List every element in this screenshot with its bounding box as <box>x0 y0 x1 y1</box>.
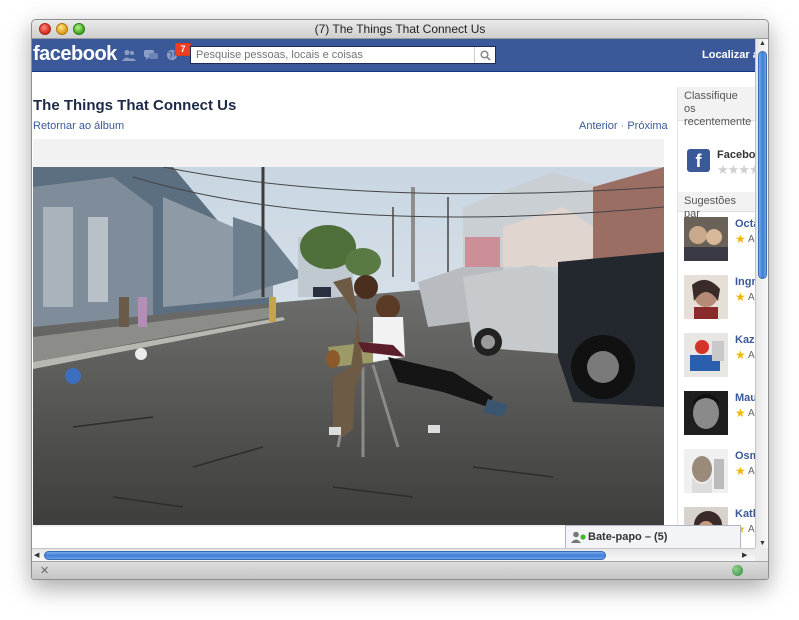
rated-page-name[interactable]: Faceboo <box>717 149 755 161</box>
chat-bar[interactable]: Bate-papo – (5) <box>565 525 741 548</box>
scroll-down-arrow-icon[interactable]: ▼ <box>759 540 766 547</box>
suggestion-item[interactable]: Octa ★ A <box>684 217 755 263</box>
facebook-page-icon[interactable]: f <box>687 149 710 172</box>
browser-window: (7) The Things That Connect Us facebook … <box>31 19 769 580</box>
suggestion-item[interactable]: Ingr ★ A <box>684 275 755 321</box>
next-photo-link[interactable]: Próxima <box>627 120 667 132</box>
star-icon: ★ <box>735 290 746 304</box>
suggestion-name[interactable]: Kazu <box>735 334 755 346</box>
title-bar[interactable]: (7) The Things That Connect Us <box>32 20 768 39</box>
vertical-scroll-thumb[interactable] <box>758 51 767 279</box>
street-scene-image <box>33 167 664 525</box>
suggestion-avatar[interactable] <box>684 333 728 377</box>
previous-photo-link[interactable]: Anterior <box>579 120 618 132</box>
suggestion-tag: A <box>748 234 755 245</box>
suggestion-item[interactable]: Mau ★ A <box>684 391 755 437</box>
horizontal-scroll-thumb[interactable] <box>44 551 606 560</box>
page-viewport: facebook 7 Pesquise pessoas, locais e co… <box>32 39 755 548</box>
suggestion-item[interactable]: Kazu ★ A <box>684 333 755 379</box>
search-input[interactable] <box>191 47 486 63</box>
star-icon: ★ <box>735 406 746 420</box>
facebook-logo[interactable]: facebook <box>33 43 117 66</box>
star-icon: ★ <box>735 464 746 478</box>
page-rating-stars[interactable]: ★★★★★ <box>717 162 755 178</box>
vertical-scrollbar[interactable]: ▲ ▼ <box>755 39 768 548</box>
suggestions-header: Sugestões par <box>678 192 755 220</box>
back-to-album-link[interactable]: Retornar ao álbum <box>33 120 124 132</box>
suggestion-avatar[interactable] <box>684 449 728 493</box>
close-icon[interactable]: ✕ <box>40 564 49 577</box>
messages-icon[interactable] <box>144 49 158 61</box>
album-title: The Things That Connect Us <box>33 97 237 114</box>
suggestion-name[interactable]: Mau <box>735 392 755 404</box>
star-icon: ★ <box>735 232 746 246</box>
nav-separator: · <box>620 120 625 132</box>
suggestion-avatar[interactable] <box>684 217 728 261</box>
suggestion-avatar[interactable] <box>684 275 728 319</box>
scroll-up-arrow-icon[interactable]: ▲ <box>759 40 766 47</box>
photo-navigation: Anterior · Próxima <box>579 120 668 132</box>
suggestion-avatar[interactable] <box>684 391 728 435</box>
suggestion-item[interactable]: Osm ★ A <box>684 449 755 495</box>
suggestion-name[interactable]: Ingr <box>735 276 755 288</box>
status-bar: ✕ <box>32 561 768 579</box>
right-sidebar: Classifique os recentemente f Faceboo ★★… <box>677 87 755 548</box>
find-friends-link[interactable]: Localizar a <box>702 49 755 61</box>
window-title: (7) The Things That Connect Us <box>314 22 486 36</box>
search-box <box>190 46 496 64</box>
facebook-top-bar: facebook 7 Pesquise pessoas, locais e co… <box>32 39 755 72</box>
scroll-right-arrow-icon[interactable]: ▶ <box>742 551 747 559</box>
chat-user-icon <box>571 531 586 543</box>
scroll-left-arrow-icon[interactable]: ◀ <box>34 551 39 559</box>
search-button[interactable] <box>474 47 495 63</box>
horizontal-scrollbar[interactable]: ◀ ▶ <box>32 548 755 562</box>
suggestion-tag: A <box>748 524 755 535</box>
star-icon: ★ <box>735 348 746 362</box>
suggestion-tag: A <box>748 408 755 419</box>
friend-requests-icon[interactable] <box>122 49 136 61</box>
search-icon <box>479 49 491 61</box>
suggestion-tag: A <box>748 466 755 477</box>
rate-pages-header: Classifique os recentemente <box>678 87 755 128</box>
suggestion-tag: A <box>748 292 755 303</box>
chat-label[interactable]: Bate-papo – (5) <box>588 531 667 543</box>
suggestion-tag: A <box>748 350 755 361</box>
status-globe-icon <box>732 565 743 576</box>
street-photo[interactable] <box>33 167 664 525</box>
photo-stage <box>33 139 664 527</box>
suggestion-name[interactable]: Kath <box>735 508 755 520</box>
suggestion-name[interactable]: Octa <box>735 218 755 230</box>
suggestion-name[interactable]: Osm <box>735 450 755 462</box>
notification-count-badge: 7 <box>175 43 191 56</box>
